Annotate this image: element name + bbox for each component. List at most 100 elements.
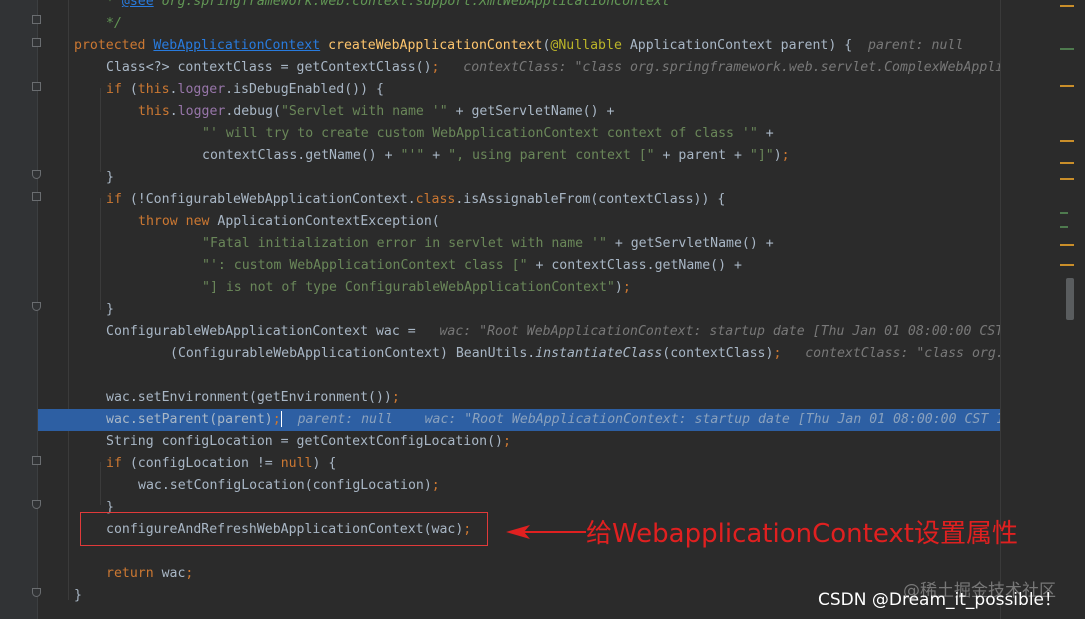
code-token: null: [280, 456, 313, 471]
code-token: WebApplicationContext: [153, 38, 321, 53]
code-token: org.springframework.web.context.support.…: [153, 0, 670, 9]
error-stripe-mark[interactable]: [1060, 244, 1074, 246]
scrollbar-thumb[interactable]: [1066, 278, 1074, 320]
code-token: (ConfigurableWebApplicationContext) Bean…: [170, 346, 536, 361]
code-token: + parent +: [654, 148, 750, 163]
code-token: if: [106, 456, 130, 471]
code-line[interactable]: }: [38, 299, 1000, 321]
error-stripe-mark[interactable]: [1060, 212, 1068, 214]
error-stripe-mark[interactable]: [1060, 162, 1074, 164]
error-stripe-mark[interactable]: [1060, 178, 1074, 180]
code-token: throw new: [138, 214, 218, 229]
code-line[interactable]: throw new ApplicationContextException(: [38, 211, 1000, 233]
code-line[interactable]: return wac;: [38, 563, 1000, 585]
code-token: "Servlet with name '": [280, 104, 448, 119]
code-token: ;: [431, 478, 440, 493]
code-token: + contextClass.getName() +: [527, 258, 742, 273]
arrow-left-icon: [506, 525, 586, 539]
code-line[interactable]: [38, 365, 1000, 387]
code-token: @Nullable: [550, 38, 622, 53]
code-token: .: [169, 82, 178, 97]
code-token: }: [74, 588, 82, 603]
code-token: logger: [177, 82, 226, 97]
code-token: return: [106, 566, 162, 581]
error-stripe-mark[interactable]: [1060, 5, 1074, 7]
code-line[interactable]: }: [38, 167, 1000, 189]
code-token: (: [129, 82, 138, 97]
code-token: wac.setParent(parent): [106, 412, 273, 427]
code-token: + getServletName() +: [447, 104, 615, 119]
code-line[interactable]: "': custom WebApplicationContext class […: [38, 255, 1000, 277]
code-line[interactable]: "' will try to create custom WebApplicat…: [38, 123, 1000, 145]
code-token: (contextClass): [662, 346, 774, 361]
code-token: "] is not of type ConfigurableWebApplica…: [202, 280, 615, 295]
code-token: .: [169, 104, 178, 119]
error-stripe-mark[interactable]: [1060, 226, 1068, 228]
code-token: (!ConfigurableWebApplicationContext.: [129, 192, 416, 207]
code-token: }: [106, 302, 114, 317]
line-gutter[interactable]: [0, 0, 37, 619]
code-token: .isDebugEnabled()) {: [225, 82, 384, 97]
code-token: ApplicationContextException(: [217, 214, 440, 229]
code-token: wac.setEnvironment(getEnvironment()): [106, 390, 392, 405]
code-line[interactable]: this.logger.debug("Servlet with name '" …: [38, 101, 1000, 123]
code-line[interactable]: */: [38, 13, 1000, 35]
code-line[interactable]: contextClass.getName() + "'" + ", using …: [38, 145, 1000, 167]
code-token: logger: [177, 104, 226, 119]
code-token: this: [138, 104, 170, 119]
code-token: ApplicationContext parent) {: [621, 38, 869, 53]
code-token: this: [137, 82, 170, 97]
code-token: ;: [272, 412, 281, 427]
code-token: ;: [502, 434, 511, 449]
code-token: "'": [400, 148, 425, 163]
code-token: ): [614, 280, 623, 295]
code-line[interactable]: (ConfigurableWebApplicationContext) Bean…: [38, 343, 1000, 365]
error-stripe-mark[interactable]: [1060, 140, 1074, 142]
code-line[interactable]: wac.setConfigLocation(configLocation);: [38, 475, 1000, 497]
code-token: "' will try to create custom WebApplicat…: [202, 126, 758, 141]
code-token: .isAssignableFrom(contextClass)) {: [455, 192, 726, 207]
code-token: protected: [74, 38, 154, 53]
code-line[interactable]: Class<?> contextClass = getContextClass(…: [38, 57, 1000, 79]
code-line[interactable]: if (!ConfigurableWebApplicationContext.c…: [38, 189, 1000, 211]
code-line-current[interactable]: wac.setParent(parent); parent: null wac:…: [38, 409, 1000, 431]
code-token: ;: [622, 280, 631, 295]
code-token: String configLocation = getContextConfig…: [106, 434, 503, 449]
debug-inline-value: parent: null: [868, 38, 964, 53]
code-token: +: [757, 126, 774, 141]
code-line[interactable]: wac.setEnvironment(getEnvironment());: [38, 387, 1000, 409]
code-token: Class<?> contextClass = getContextClass(…: [106, 60, 432, 75]
error-stripe-mark[interactable]: [1060, 48, 1074, 50]
code-token: ): [773, 148, 782, 163]
code-token: "': custom WebApplicationContext class […: [202, 258, 528, 273]
code-token: @see: [121, 0, 154, 9]
code-line[interactable]: "] is not of type ConfigurableWebApplica…: [38, 277, 1000, 299]
code-token: + getServletName() +: [606, 236, 774, 251]
code-token: ;: [391, 390, 400, 405]
code-token: "]": [749, 148, 774, 163]
code-token: "Fatal initialization error in servlet w…: [202, 236, 607, 251]
code-token: *: [106, 0, 122, 9]
debug-inline-value: contextClass: "class org.springfr: [805, 346, 1000, 361]
error-stripe-mark[interactable]: [1060, 264, 1074, 266]
code-token: ConfigurableWebApplicationContext wac =: [106, 324, 440, 339]
code-token: ) {: [312, 456, 337, 471]
code-line[interactable]: * @see org.springframework.web.context.s…: [38, 0, 1000, 13]
code-line[interactable]: "Fatal initialization error in servlet w…: [38, 233, 1000, 255]
code-token: instantiateClass: [535, 346, 663, 361]
watermark-author: CSDN @Dream_it_possible！: [818, 590, 1062, 610]
code-line[interactable]: String configLocation = getContextConfig…: [38, 431, 1000, 453]
code-token: +: [424, 148, 449, 163]
debug-inline-value: contextClass: "class org.springframework…: [463, 60, 1000, 75]
code-token: .debug(: [225, 104, 281, 119]
debug-inline-value: parent: null wac: "Root WebApplicationCo…: [281, 412, 1000, 427]
code-token: createWebApplicationContext: [328, 38, 543, 53]
code-line[interactable]: protected WebApplicationContext createWe…: [38, 35, 1000, 57]
code-line[interactable]: ConfigurableWebApplicationContext wac = …: [38, 321, 1000, 343]
code-line[interactable]: if (this.logger.isDebugEnabled()) {: [38, 79, 1000, 101]
code-line[interactable]: if (configLocation != null) {: [38, 453, 1000, 475]
error-stripe-mark[interactable]: [1060, 85, 1074, 87]
code-token: if: [106, 82, 130, 97]
code-token: contextClass.getName() +: [202, 148, 401, 163]
